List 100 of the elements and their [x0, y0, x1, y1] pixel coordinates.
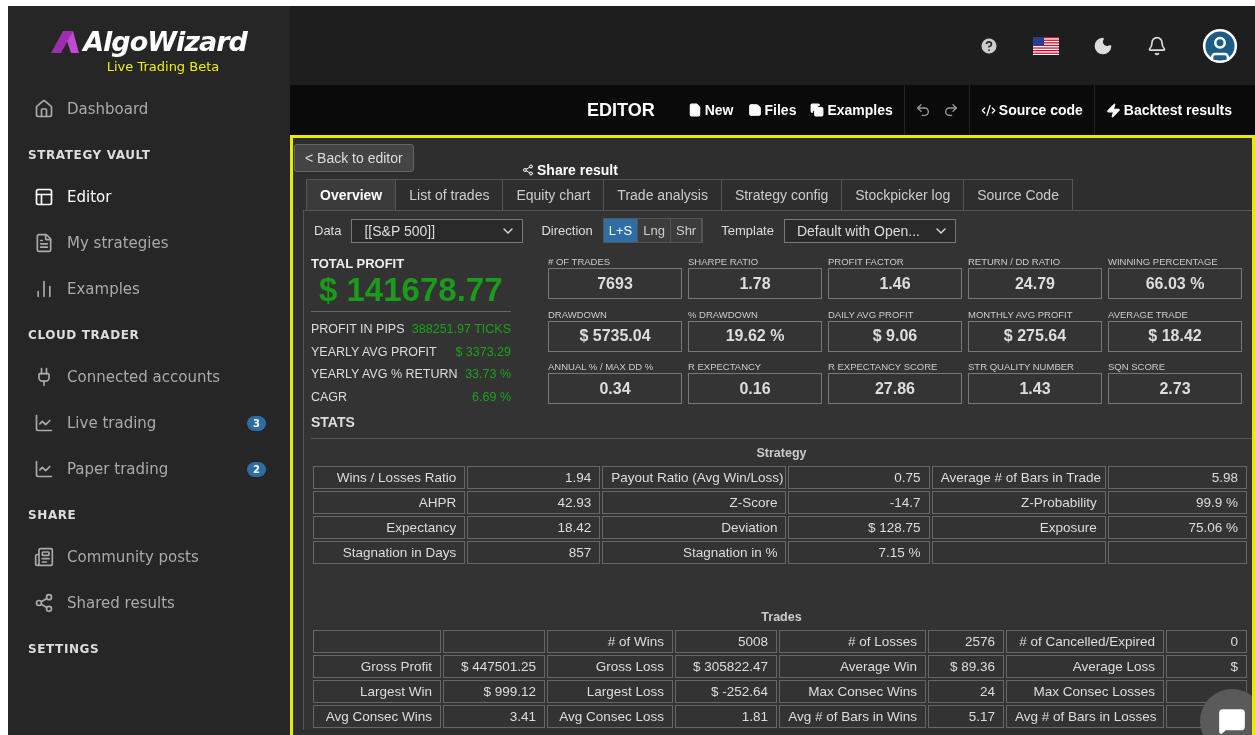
table-cell: -14.7 [788, 491, 930, 514]
house-icon [34, 99, 54, 119]
nav-item[interactable]: Editor [8, 174, 290, 220]
row-label: AHPR [313, 491, 466, 514]
table-cell: 7.15 % [788, 541, 930, 564]
nav-item[interactable]: Connected accounts [8, 354, 290, 400]
nav-item[interactable]: Shared results [8, 580, 290, 626]
metric-label: STR QUALITY NUMBER [968, 361, 1075, 374]
row-label: Expectancy [313, 516, 466, 539]
section-heading: SHARE [27, 507, 78, 524]
stat-value: 6.69 % [472, 389, 511, 404]
field-label: Template [721, 223, 774, 238]
nav-item[interactable]: Paper trading 2 [8, 446, 290, 492]
metric-value: 0.16 [688, 373, 822, 405]
bar-chart-icon [34, 279, 54, 299]
line-chart-icon [34, 413, 54, 433]
code-icon [980, 102, 996, 118]
metric-label: MONTHLY AVG PROFIT [968, 308, 1074, 321]
data-select[interactable]: [[S&P 500]] [351, 218, 524, 243]
stat-label: PROFIT IN PIPS [311, 322, 405, 337]
direction-option[interactable]: Shr [670, 219, 703, 242]
copy-icon [810, 103, 825, 117]
row-label: Largest Loss [547, 680, 673, 703]
table-cell: 18.42 [467, 516, 601, 539]
row-label: Wins / Losses Ratio [313, 466, 466, 489]
table-cell: 24 [928, 680, 1004, 703]
help-icon[interactable] [979, 35, 999, 56]
line-chart-icon [34, 459, 54, 479]
nav-item[interactable]: My strategies [8, 220, 290, 266]
nav-item[interactable]: Examples [8, 266, 290, 312]
row-label: Gross Loss [547, 655, 673, 678]
metric-value: 7693 [548, 268, 682, 299]
total-profit-label: TOTAL PROFIT [311, 256, 406, 271]
metric-value: 27.86 [828, 373, 962, 405]
avatar-icon[interactable] [1201, 26, 1239, 65]
stat-label: YEARLY AVG % RETURN [311, 367, 458, 382]
metric-label: SQN SCORE [1108, 361, 1166, 374]
toolbar-button[interactable]: Examples [803, 102, 900, 118]
table-cell: $ -252.64 [675, 680, 777, 703]
table-cell: 5.98 [1107, 466, 1247, 489]
nav-item[interactable]: Community posts [8, 534, 290, 580]
table-cell: $ 447501.25 [443, 655, 545, 678]
row-label: Deviation [602, 516, 787, 539]
toolbar-button[interactable]: Source code [973, 102, 1090, 118]
table-cell: 42.93 [467, 491, 601, 514]
tab[interactable]: Overview [306, 179, 397, 210]
row-label: Z-Probability [931, 491, 1106, 514]
logo-subtitle: Live Trading Beta [106, 59, 220, 74]
stat-label: YEARLY AVG PROFIT [311, 344, 437, 359]
metric-label: % DRAWDOWN [688, 308, 759, 321]
metric-label: PROFIT FACTOR [828, 256, 905, 268]
table-cell: 0.75 [788, 466, 930, 489]
redo-icon [942, 102, 959, 118]
row-label: # of Losses [779, 630, 926, 653]
nav-item[interactable]: Dashboard [8, 86, 290, 132]
share-icon [522, 164, 534, 176]
bell-icon[interactable] [1147, 35, 1167, 56]
table-cell: 75.06 % [1107, 516, 1247, 539]
direction-option[interactable]: L+S [603, 219, 639, 242]
tab[interactable]: Source Code [963, 179, 1073, 210]
table-cell: 857 [467, 541, 601, 564]
row-label: Z-Score [602, 491, 787, 514]
table-cell: 1.94 [467, 466, 601, 489]
toolbar-button[interactable]: Files [740, 102, 804, 118]
total-profit-value: $ 141678.77 [311, 271, 511, 312]
table-cell: 0 [1166, 630, 1247, 653]
metric-label: DRAWDOWN [548, 308, 608, 321]
row-label: # of Cancelled/Expired [1006, 630, 1164, 653]
metric-label: RETURN / DD RATIO [968, 256, 1062, 268]
metric-value: $ 5735.04 [548, 320, 682, 352]
back-button[interactable]: < Back to editor [294, 144, 414, 172]
logo-text: AlgoWizard [83, 26, 247, 57]
table-cell: $ [1166, 655, 1247, 678]
table-cell: 3.41 [443, 705, 545, 728]
count-badge: 2 [247, 461, 266, 477]
toolbar-button[interactable]: New [680, 102, 741, 118]
table-cell: 5008 [675, 630, 777, 653]
moon-icon[interactable] [1093, 35, 1113, 56]
row-label: Payout Ratio (Avg Win/Loss) [602, 466, 787, 489]
template-select[interactable]: Default with Open... [783, 218, 956, 243]
row-label: Avg # of Bars in Losses [1006, 705, 1164, 728]
metric-label: ANNUAL % / MAX DD % [548, 361, 655, 374]
stat-label: CAGR [311, 389, 348, 404]
field-label: Direction [541, 223, 593, 238]
table-cell: $ 128.75 [788, 516, 930, 539]
metric-value: 24.79 [968, 268, 1102, 299]
metric-value: $ 275.64 [968, 320, 1102, 352]
lightning-icon [1105, 102, 1121, 118]
document-icon [34, 233, 54, 253]
table-cell: $ 999.12 [443, 680, 545, 703]
nav-item[interactable]: Live trading 3 [8, 400, 290, 446]
share-link[interactable]: Share result [522, 162, 618, 178]
direction-option[interactable]: Lng [638, 219, 671, 242]
row-label: Avg # of Bars in Wins [779, 705, 926, 728]
table-cell: 5.17 [928, 705, 1004, 728]
metric-label: R EXPECTANCY [688, 361, 763, 374]
table-cell: $ 305822.47 [675, 655, 777, 678]
flag-icon[interactable] [1033, 36, 1059, 55]
section-heading: SETTINGS [27, 641, 101, 658]
toolbar-button[interactable]: Backtest results [1098, 102, 1239, 118]
